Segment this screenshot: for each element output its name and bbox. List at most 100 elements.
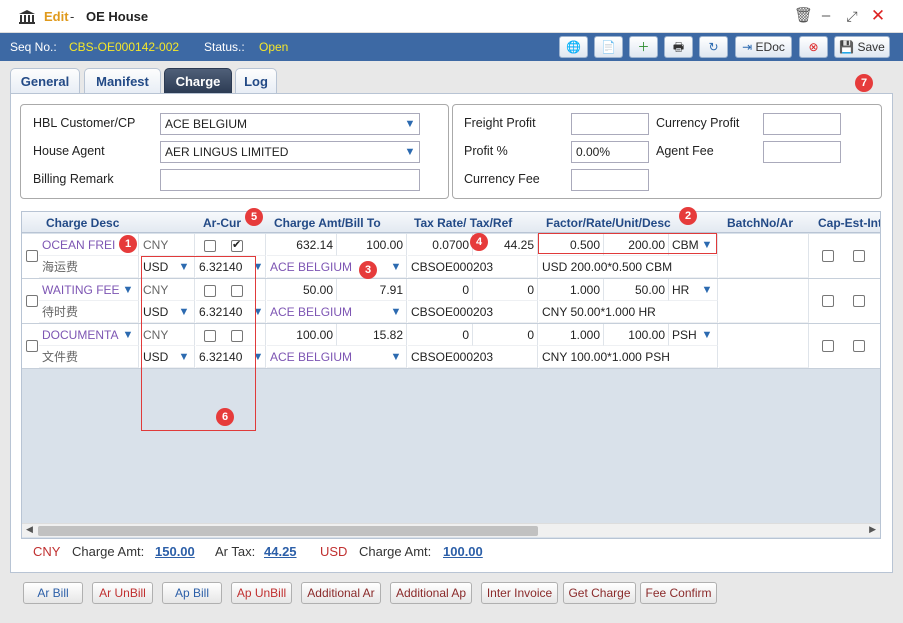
currency-fee-input[interactable] <box>571 169 649 191</box>
cap-checkbox[interactable] <box>822 340 834 352</box>
bill-to[interactable]: ACE BELGIUM <box>267 346 407 368</box>
horizontal-scrollbar[interactable]: ◀ ▶ <box>22 523 880 537</box>
est-checkbox[interactable] <box>853 250 865 262</box>
print-button[interactable]: 🖶 <box>664 36 693 58</box>
bill-amount[interactable]: 100.00 <box>337 234 407 256</box>
print-icon: 🖶 <box>672 40 685 54</box>
trash-icon[interactable]: 🗑 <box>794 8 813 24</box>
seq-label: Seq No.: <box>10 40 57 54</box>
flag-checkbox-1[interactable] <box>204 240 216 252</box>
tax-rate[interactable]: 0 <box>408 279 473 301</box>
ar-unbill-button[interactable]: Ar UnBill <box>92 582 153 604</box>
get-charge-button[interactable]: Get Charge <box>563 582 636 604</box>
chevron-down-icon[interactable]: ▼ <box>389 305 403 319</box>
inter-invoice-button[interactable]: Inter Invoice <box>481 582 558 604</box>
tax-rate[interactable]: 0.0700 <box>408 234 473 256</box>
chevron-down-icon[interactable]: ▼ <box>121 283 135 297</box>
profit-pct-input[interactable]: 0.00% <box>571 141 649 163</box>
title-bar: Edit - OE House 🗑 – ⤢ ✕ <box>0 0 903 33</box>
currency-profit-label: Currency Profit <box>656 116 740 130</box>
est-checkbox[interactable] <box>853 295 865 307</box>
header-charge-desc[interactable]: Charge Desc <box>46 216 119 230</box>
scroll-right-icon[interactable]: ▶ <box>869 524 876 535</box>
add-document-button[interactable]: ＋ <box>629 36 658 58</box>
close-icon[interactable]: ✕ <box>870 7 886 24</box>
ar-tax-value[interactable]: 44.25 <box>264 544 297 559</box>
flag-checkbox-2[interactable] <box>231 238 243 252</box>
bill-amount[interactable]: 7.91 <box>337 279 407 301</box>
charge-amt-value-1[interactable]: 150.00 <box>155 544 195 559</box>
save-icon: 💾 <box>839 40 855 54</box>
bank-icon <box>19 10 35 24</box>
row-select-checkbox[interactable] <box>26 295 38 307</box>
ap-unbill-button[interactable]: Ap UnBill <box>231 582 292 604</box>
edoc-label: EDoc <box>755 40 785 54</box>
fee-confirm-button[interactable]: Fee Confirm <box>640 582 717 604</box>
house-agent-value: AER LINGUS LIMITED <box>165 145 289 159</box>
marker-2: 2 <box>679 207 697 225</box>
batch-no <box>719 324 809 368</box>
billing-remark-input[interactable] <box>160 169 420 191</box>
ar-bill-button[interactable]: Ar Bill <box>23 582 83 604</box>
currency-profit-input[interactable] <box>763 113 841 135</box>
save-button[interactable]: 💾 Save <box>834 36 890 58</box>
tab-general[interactable]: General <box>10 68 80 94</box>
house-agent-select[interactable]: AER LINGUS LIMITED ▼ <box>160 141 420 163</box>
edoc-icon: ⇥ <box>742 40 753 54</box>
cancel-icon: ⊗ <box>808 40 819 54</box>
header-cap-est-int[interactable]: Cap-Est-Int <box>818 216 880 230</box>
globe-button[interactable]: 🌐 <box>559 36 588 58</box>
est-checkbox[interactable] <box>853 340 865 352</box>
scroll-left-icon[interactable]: ◀ <box>26 524 33 535</box>
chevron-down-icon[interactable]: ▼ <box>700 328 714 342</box>
additional-ap-button[interactable]: Additional Ap <box>390 582 472 604</box>
row-select-checkbox[interactable] <box>26 340 38 352</box>
charge-amount[interactable]: 50.00 <box>267 279 337 301</box>
ap-bill-button[interactable]: Ap Bill <box>162 582 222 604</box>
charge-desc-cn: 海运费 <box>39 256 139 278</box>
cap-checkbox[interactable] <box>822 295 834 307</box>
factor[interactable]: 1.000 <box>539 324 604 346</box>
marker-5: 5 <box>245 208 263 226</box>
document-button[interactable]: 📄 <box>594 36 623 58</box>
chevron-down-icon[interactable]: ▼ <box>121 328 135 342</box>
rate[interactable]: 50.00 <box>604 279 669 301</box>
marker-1: 1 <box>119 235 137 253</box>
minimize-icon[interactable]: – <box>818 8 834 24</box>
edoc-button[interactable]: ⇥ EDoc <box>735 36 792 58</box>
additional-ar-button[interactable]: Additional Ar <box>301 582 381 604</box>
billing-remark-label: Billing Remark <box>33 172 114 186</box>
cap-checkbox[interactable] <box>822 250 834 262</box>
charge-amount[interactable]: 100.00 <box>267 324 337 346</box>
tax-rate[interactable]: 0 <box>408 324 473 346</box>
tax-amount[interactable]: 0 <box>473 324 538 346</box>
tab-manifest[interactable]: Manifest <box>84 68 161 94</box>
bill-to[interactable]: ACE BELGIUM <box>267 256 407 278</box>
header-factor[interactable]: Factor/Rate/Unit/Desc <box>546 216 671 230</box>
tax-amount[interactable]: 0 <box>473 279 538 301</box>
header-charge-amt[interactable]: Charge Amt/Bill To <box>274 216 381 230</box>
freight-profit-input[interactable] <box>571 113 649 135</box>
cancel-button[interactable]: ⊗ <box>799 36 828 58</box>
factor[interactable]: 1.000 <box>539 279 604 301</box>
header-batchno[interactable]: BatchNo/Ar <box>727 216 793 230</box>
header-tax[interactable]: Tax Rate/ Tax/Ref <box>414 216 512 230</box>
bill-to[interactable]: ACE BELGIUM <box>267 301 407 323</box>
maximize-icon[interactable]: ⤢ <box>844 8 860 24</box>
scroll-thumb[interactable] <box>38 526 538 536</box>
tab-log[interactable]: Log <box>235 68 277 94</box>
chevron-down-icon[interactable]: ▼ <box>389 260 403 274</box>
chevron-down-icon[interactable]: ▼ <box>389 350 403 364</box>
header-ar-cur[interactable]: Ar-Cur <box>203 216 241 230</box>
chevron-down-icon[interactable]: ▼ <box>700 283 714 297</box>
refresh-icon: ↻ <box>708 40 719 54</box>
bill-amount[interactable]: 15.82 <box>337 324 407 346</box>
rate[interactable]: 100.00 <box>604 324 669 346</box>
row-select-checkbox[interactable] <box>26 250 38 262</box>
tab-charge[interactable]: Charge <box>164 68 232 94</box>
agent-fee-input[interactable] <box>763 141 841 163</box>
charge-amt-value-2[interactable]: 100.00 <box>443 544 483 559</box>
hbl-customer-select[interactable]: ACE BELGIUM ▼ <box>160 113 420 135</box>
refresh-button[interactable]: ↻ <box>699 36 728 58</box>
charge-amount[interactable]: 632.14 <box>267 234 337 256</box>
